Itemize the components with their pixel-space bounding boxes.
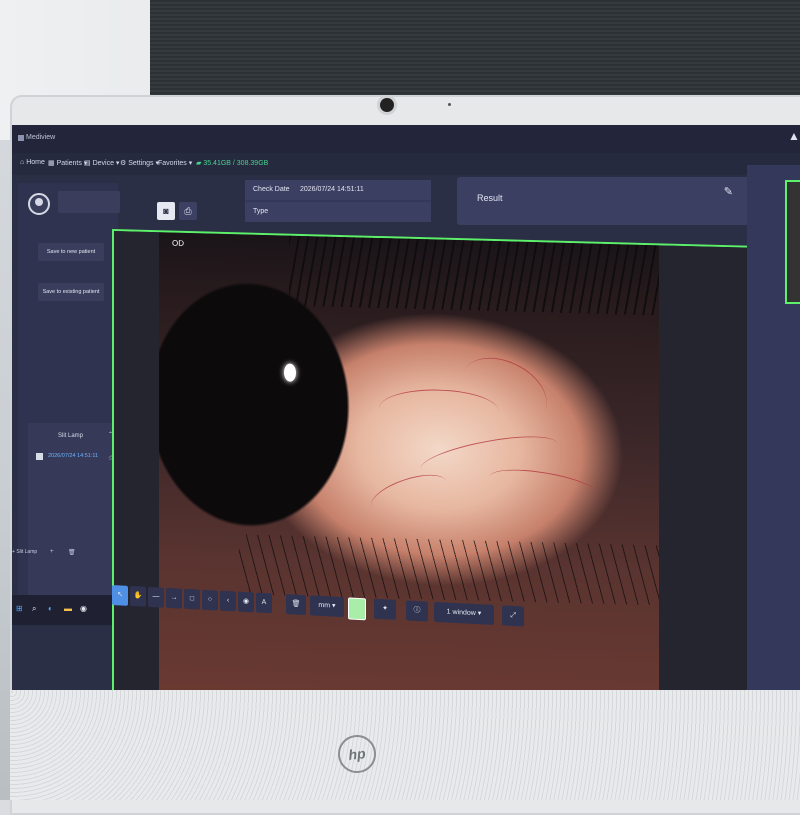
- background-panel: [150, 0, 800, 110]
- pan-tool-icon[interactable]: ✋: [130, 585, 146, 607]
- result-panel[interactable]: Result ✎: [457, 177, 767, 225]
- screen: Mediview ▲ ⌂ Home ▦ Patients ▾ ▤ Device …: [12, 125, 800, 700]
- series-checkbox[interactable]: [36, 453, 43, 460]
- menu-device[interactable]: ▤ Device ▾: [84, 159, 119, 167]
- folder-icon[interactable]: ▬: [64, 604, 72, 613]
- bottom-tab-label: Slit Lamp: [16, 549, 38, 555]
- monitor-chin: [10, 690, 800, 800]
- brand-logo-icon: ▲: [788, 129, 800, 143]
- storage-text: 35.41GB / 308.39GB: [203, 160, 269, 167]
- webcam-led: [448, 103, 451, 106]
- eye-tool-icon[interactable]: ◉: [238, 591, 254, 613]
- pencil-icon[interactable]: ✎: [724, 185, 733, 198]
- light-reflection: [284, 363, 296, 382]
- bottom-tab-slit-lamp[interactable]: + Slit Lamp: [12, 549, 37, 555]
- unit-value: mm: [318, 601, 331, 610]
- app-taskbar-icon[interactable]: ◉: [80, 604, 87, 613]
- series-title: Slit Lamp: [58, 433, 84, 439]
- line-tool-icon[interactable]: —: [148, 586, 164, 608]
- right-thumbnail-panel: [747, 165, 800, 700]
- check-date-row: Check Date 2026/07/24 14:51:11: [245, 180, 431, 200]
- series-panel: Slit Lamp ⌃ 2026/07/24 14:51:11 ☆: [28, 423, 118, 601]
- app-title: Mediview: [26, 134, 56, 141]
- arrow-tool-icon[interactable]: →: [166, 587, 182, 609]
- menu-patients-label: Patients: [56, 160, 82, 167]
- rectangle-tool-icon[interactable]: □: [184, 588, 200, 610]
- camera-icon[interactable]: ◙: [157, 202, 175, 220]
- circle-tool-icon[interactable]: ○: [202, 589, 218, 611]
- magic-wand-icon[interactable]: ✦: [374, 598, 396, 620]
- series-item-date[interactable]: 2026/07/24 14:51:11: [48, 453, 98, 459]
- check-date-label: Check Date: [253, 186, 290, 193]
- delete-icon[interactable]: 🗑: [68, 549, 76, 556]
- menu-patients[interactable]: ▦ Patients ▾: [48, 159, 87, 167]
- image-viewer[interactable]: OD: [112, 229, 756, 700]
- blood-vessel: [366, 466, 452, 522]
- print-icon[interactable]: ⎙: [179, 202, 197, 220]
- windows-start-icon[interactable]: ⊞: [16, 604, 23, 613]
- webcam: [380, 98, 394, 112]
- eye-photograph: [159, 232, 709, 700]
- patient-name-field[interactable]: [58, 191, 120, 213]
- type-row: Type: [245, 202, 431, 222]
- menu-settings[interactable]: ⚙ Settings ▾: [120, 159, 159, 167]
- avatar[interactable]: [28, 193, 50, 215]
- info-icon[interactable]: ⓘ: [406, 600, 428, 622]
- window-layout-select[interactable]: 1 window ▾: [434, 601, 494, 626]
- check-info: Check Date 2026/07/24 14:51:11 Type: [245, 180, 431, 222]
- viewer-margin-left: [114, 231, 159, 700]
- save-to-existing-patient-button[interactable]: Save to existing patient: [38, 283, 104, 301]
- menu-favorites[interactable]: Favorites ▾: [158, 159, 192, 167]
- menu-home-label: Home: [26, 159, 45, 166]
- menu-favorites-label: Favorites: [158, 160, 187, 167]
- blood-vessel: [487, 463, 601, 509]
- delete-tool-icon[interactable]: 🗑: [286, 594, 306, 616]
- angle-tool-icon[interactable]: ‹: [220, 590, 236, 612]
- unit-select[interactable]: mm ▾: [310, 595, 344, 618]
- search-icon[interactable]: ⌕: [32, 604, 36, 614]
- app-icon: [18, 135, 24, 141]
- left-panel: Save to new patient Save to existing pat…: [18, 183, 120, 603]
- color-swatch[interactable]: [348, 597, 366, 621]
- expand-icon[interactable]: ⤢: [502, 605, 524, 627]
- result-label: Result: [477, 193, 503, 203]
- eye-side-label: OD: [172, 238, 184, 248]
- menu-device-label: Device: [92, 160, 114, 167]
- check-date-value: 2026/07/24 14:51:11: [300, 186, 364, 193]
- storage-indicator: ▰ 35.41GB / 308.39GB: [196, 160, 269, 167]
- menu-home[interactable]: ⌂ Home: [20, 159, 45, 166]
- viewer-margin-right: [659, 245, 754, 700]
- menu-bar: ⌂ Home ▦ Patients ▾ ▤ Device ▾ ⚙ Setting…: [12, 153, 800, 175]
- window-layout-value: 1 window: [446, 608, 476, 618]
- type-label: Type: [253, 208, 269, 215]
- browser-icon[interactable]: ◐: [48, 604, 53, 613]
- add-icon[interactable]: +: [50, 549, 54, 555]
- text-tool-button[interactable]: A: [256, 592, 272, 614]
- upper-eyelashes: [289, 235, 709, 317]
- menu-settings-label: Settings: [128, 160, 154, 167]
- select-tool-button[interactable]: ↖: [112, 585, 128, 606]
- os-taskbar: ⊞ ⌕ ◐ ▬ ◉: [12, 595, 112, 625]
- title-bar: Mediview ▲: [12, 125, 800, 153]
- save-to-new-patient-button[interactable]: Save to new patient: [38, 243, 104, 261]
- thumbnail[interactable]: [785, 180, 800, 304]
